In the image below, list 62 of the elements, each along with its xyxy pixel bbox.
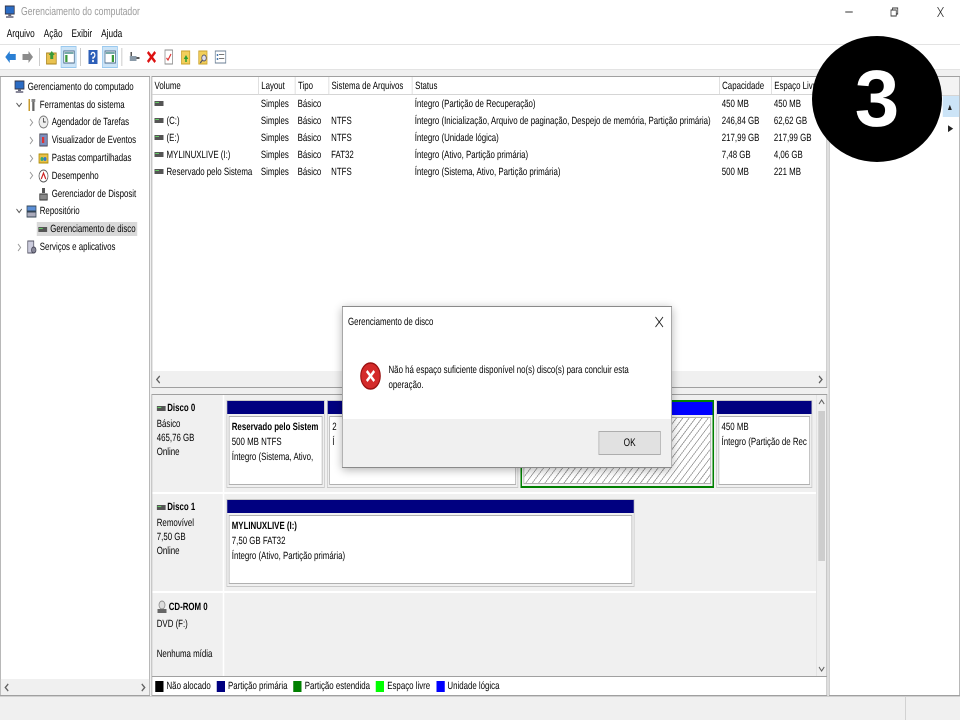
table-cell: 500 MB — [722, 166, 749, 178]
table-cell: 217,99 GB — [722, 132, 760, 144]
table-cell: 450 MB — [774, 98, 801, 110]
table-cell: Simples — [260, 148, 289, 160]
partition-name: MYLINUXLIVE (I:) — [232, 520, 298, 532]
table-cell: NTFS — [331, 114, 352, 126]
partition-detail: 2 — [332, 421, 338, 433]
table-cell: Básico — [298, 98, 322, 110]
table-cell: Básico — [298, 132, 322, 144]
table-cell: 7,48 GB — [722, 148, 751, 160]
dialog-title: Gerenciamento de disco — [348, 316, 434, 328]
dialog-message: Não há espaço suficiente disponível no(s) disco(s) para concluir esta operação. — [388, 363, 630, 393]
legend-label: Partição estendida — [304, 680, 370, 692]
table-cell: Básico — [298, 148, 322, 160]
table-cell: 450 MB — [722, 98, 749, 110]
table-cell: Íntegro (Ativo, Partição primária) — [414, 148, 528, 160]
table-cell: NTFS — [331, 166, 352, 178]
table-cell: 246,84 GB — [722, 114, 760, 126]
table-cell: NTFS — [331, 132, 352, 144]
partition-detail: 500 MB NTFS — [232, 436, 283, 448]
table-cell: 4,06 GB — [774, 148, 803, 160]
disk-name: Disco 0 — [167, 402, 196, 414]
partition-detail: Íntegro (Partição de Rec — [722, 436, 807, 448]
partition-detail: Íntegro (Sistema, Ativo, — [232, 451, 314, 463]
disk-name: Disco 1 — [167, 501, 196, 513]
table-cell: Íntegro (Inicialização, Arquivo de paginação, Despejo de memória, Partição primária) — [414, 114, 711, 126]
window-title: Gerenciamento do computador — [21, 6, 141, 18]
table-cell: (E:) — [166, 132, 180, 144]
legend-label: Partição primária — [228, 680, 288, 692]
table-cell: Íntegro (Partição de Recuperação) — [414, 98, 536, 110]
disk-detail: 465,76 GB — [156, 432, 196, 444]
legend-label: Unidade lógica — [447, 680, 500, 692]
partition-detail: 7,50 GB FAT32 — [232, 535, 286, 547]
table-cell: Íntegro (Sistema, Ativo, Partição primária) — [414, 166, 560, 178]
table-cell: 221 MB — [774, 166, 801, 178]
table-cell: Básico — [298, 114, 322, 126]
partition-detail: Í — [332, 436, 336, 448]
legend-label: Espaço livre — [387, 680, 430, 692]
table-cell: Simples — [260, 166, 289, 178]
table-cell: Íntegro (Unidade lógica) — [414, 132, 499, 144]
disk-name: CD-ROM 0 — [168, 601, 208, 613]
disk-detail: Nenhuma mídia — [156, 648, 214, 660]
table-cell: MYLINUXLIVE (I:) — [166, 148, 230, 160]
table-cell: Simples — [260, 98, 289, 110]
legend-label: Não alocado — [166, 680, 211, 692]
table-cell: Reservado pelo Sistema — [166, 166, 252, 178]
disk-detail: Básico — [156, 418, 182, 430]
table-cell: Simples — [260, 132, 289, 144]
table-cell: 62,62 GB — [774, 114, 808, 126]
table-cell: Básico — [298, 166, 322, 178]
disk-detail: DVD (F:) — [156, 618, 189, 630]
partition-detail: 450 MB — [722, 421, 750, 433]
disk-detail: 7,50 GB — [156, 531, 187, 543]
disk-detail: Online — [156, 446, 181, 458]
partition-name: Reservado pelo Sistem — [232, 421, 320, 433]
table-cell: FAT32 — [331, 148, 354, 160]
disk-detail: Online — [156, 545, 181, 557]
partition-detail: Íntegro (Ativo, Partição primária) — [232, 550, 346, 562]
table-cell: (C:) — [166, 114, 180, 126]
disk-detail: Removível — [156, 517, 195, 529]
table-cell: 217,99 GB — [774, 132, 812, 144]
table-cell: Simples — [260, 114, 289, 126]
